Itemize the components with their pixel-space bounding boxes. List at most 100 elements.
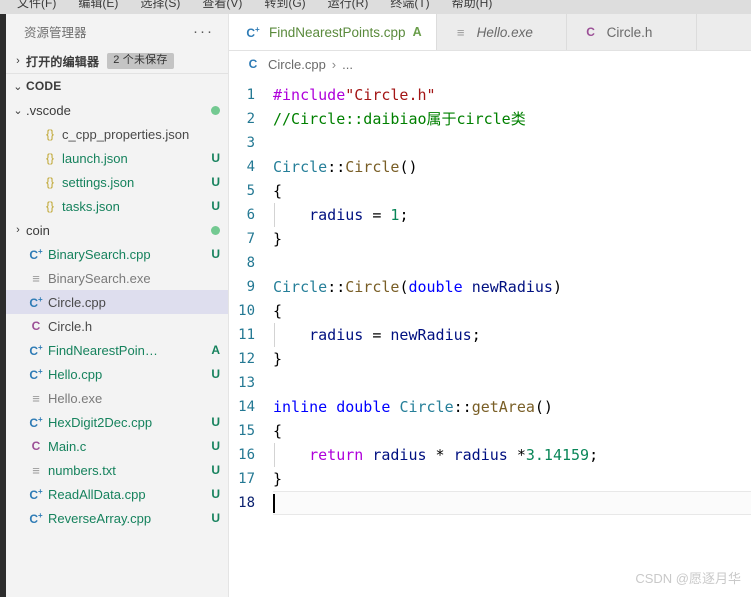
menu-item-6[interactable]: 终端(T) bbox=[379, 0, 440, 14]
code-line[interactable]: 16 return radius * radius *3.14159; bbox=[229, 443, 751, 467]
code-line[interactable]: 9 Circle::Circle(double newRadius) bbox=[229, 275, 751, 299]
code-line[interactable]: 2 //Circle::daibiao属于circle类 bbox=[229, 107, 751, 131]
editor-tab[interactable]: ≡ Hello.exe bbox=[437, 14, 567, 50]
git-status-badge: U bbox=[211, 175, 220, 189]
folder-change-dot bbox=[211, 105, 220, 115]
sidebar-section-workspace-root[interactable]: ⌄ CODE bbox=[6, 74, 228, 98]
c-file-icon: C bbox=[31, 439, 41, 453]
code-token: { bbox=[273, 182, 283, 200]
chevron-right-icon[interactable]: › bbox=[10, 224, 26, 236]
tree-row[interactable]: ·C+ HexDigit2Dec.cpp U bbox=[6, 410, 228, 434]
cpp-file-icon: C+ bbox=[246, 24, 260, 40]
code-line[interactable]: 17} bbox=[229, 467, 751, 491]
breadcrumb-file[interactable]: Circle.cpp bbox=[268, 57, 326, 72]
activity-bar[interactable] bbox=[0, 14, 6, 597]
code-line[interactable]: 3 bbox=[229, 131, 751, 155]
code-line-text: Circle::Circle(double newRadius) bbox=[273, 275, 751, 299]
line-number: 12 bbox=[238, 351, 255, 367]
chevron-right-icon: › bbox=[16, 55, 20, 67]
tree-row[interactable]: · {} launch.json U bbox=[6, 146, 228, 170]
tree-row[interactable]: · {} tasks.json U bbox=[6, 194, 228, 218]
sidebar-section-open-editors[interactable]: › 打开的编辑器 2 个未保存 bbox=[6, 49, 228, 74]
tree-row[interactable]: · ≡ BinarySearch.exe bbox=[6, 266, 228, 290]
code-line-text: { bbox=[273, 419, 751, 443]
code-line-text: } bbox=[273, 347, 751, 371]
code-token: ; bbox=[399, 206, 409, 224]
menu-item-7[interactable]: 帮助(H) bbox=[441, 0, 504, 14]
tree-row[interactable]: ·C+ ReverseArray.cpp U bbox=[6, 506, 228, 530]
menu-item-5[interactable]: 运行(R) bbox=[317, 0, 380, 14]
menu-item-1[interactable]: 编辑(E) bbox=[67, 0, 129, 14]
tree-item-label: c_cpp_properties.json bbox=[62, 126, 190, 142]
twisty-spacer: · bbox=[10, 320, 26, 332]
editor-tab-label: FindNearestPoints.cpp bbox=[269, 24, 406, 40]
watermark: CSDN @愿逐月华 bbox=[635, 571, 741, 586]
code-line[interactable]: 7} bbox=[229, 227, 751, 251]
indent-guide bbox=[274, 203, 275, 227]
code-line[interactable]: 11 radius = newRadius; bbox=[229, 323, 751, 347]
line-number: 5 bbox=[246, 183, 255, 199]
menu-item-2[interactable]: 选择(S) bbox=[129, 0, 191, 14]
tree-row[interactable]: › coin bbox=[6, 218, 228, 242]
cpp-file-icon: C+ bbox=[29, 342, 43, 358]
line-number: 14 bbox=[238, 399, 255, 415]
tree-row[interactable]: · ≡ numbers.txt U bbox=[6, 458, 228, 482]
tree-row[interactable]: ·C+ Hello.cpp U bbox=[6, 362, 228, 386]
tree-row[interactable]: · {} settings.json U bbox=[6, 170, 228, 194]
chevron-down-icon[interactable]: ⌄ bbox=[10, 104, 26, 117]
line-number: 9 bbox=[246, 279, 255, 295]
tree-row[interactable]: · C Main.c U bbox=[6, 434, 228, 458]
code-line[interactable]: 12} bbox=[229, 347, 751, 371]
twisty-spacer: · bbox=[24, 128, 40, 140]
code-line[interactable]: 4 Circle::Circle() bbox=[229, 155, 751, 179]
tree-item-label: launch.json bbox=[62, 150, 128, 166]
tree-row[interactable]: · ≡ Hello.exe bbox=[6, 386, 228, 410]
code-line[interactable]: 6 radius = 1; bbox=[229, 203, 751, 227]
code-line[interactable]: 15 { bbox=[229, 419, 751, 443]
tree-row[interactable]: ·C+ Circle.cpp bbox=[6, 290, 228, 314]
code-token: :: bbox=[453, 398, 472, 416]
cpp-file-icon: C+ bbox=[29, 414, 43, 430]
code-token: { bbox=[273, 422, 283, 440]
twisty-spacer: · bbox=[10, 344, 26, 356]
tree-item-label: settings.json bbox=[62, 174, 135, 190]
menu-item-4[interactable]: 转到(G) bbox=[253, 0, 316, 14]
code-line[interactable]: 13 bbox=[229, 371, 751, 395]
code-line[interactable]: 5{ bbox=[229, 179, 751, 203]
twisty-spacer: · bbox=[24, 152, 40, 164]
code-line[interactable]: 10 { bbox=[229, 299, 751, 323]
git-status-badge: U bbox=[211, 487, 220, 501]
code-token: 3.14159 bbox=[525, 446, 590, 464]
tree-row[interactable]: · {} c_cpp_properties.json bbox=[6, 122, 228, 146]
tree-row[interactable]: ·C+ BinarySearch.cpp U bbox=[6, 242, 228, 266]
code-token: = bbox=[363, 326, 391, 344]
code-line[interactable]: 1 #include"Circle.h" bbox=[229, 83, 751, 107]
code-token: radius bbox=[372, 446, 427, 464]
twisty-spacer: · bbox=[10, 392, 26, 404]
tree-row[interactable]: ·C+ FindNearestPoin… A bbox=[6, 338, 228, 362]
breadcrumb[interactable]: C Circle.cpp › ... bbox=[229, 51, 751, 77]
git-status-badge: U bbox=[211, 415, 220, 429]
code-line[interactable]: 8 bbox=[229, 251, 751, 275]
menu-item-0[interactable]: 文件(F) bbox=[6, 0, 67, 14]
editor-tab[interactable]: C+ FindNearestPoints.cpp A bbox=[229, 14, 437, 50]
tree-item-label: BinarySearch.exe bbox=[48, 270, 151, 286]
tree-row[interactable]: ·C+ ReadAllData.cpp U bbox=[6, 482, 228, 506]
code-line-text: inline double Circle::getArea() bbox=[273, 395, 751, 419]
more-actions-icon[interactable]: ··· bbox=[193, 24, 214, 39]
code-editor[interactable]: 1 #include"Circle.h" 2 //Circle::daibiao属于c… bbox=[229, 77, 751, 515]
editor-tab[interactable]: C Circle.h bbox=[567, 14, 697, 50]
file-tree: ⌄.vscode · {} c_cpp_properties.json · {} launc… bbox=[6, 98, 228, 530]
code-line[interactable]: 14 inline double Circle::getArea() bbox=[229, 395, 751, 419]
tree-row[interactable]: · C Circle.h bbox=[6, 314, 228, 338]
menu-item-3[interactable]: 查看(V) bbox=[191, 0, 253, 14]
tree-row[interactable]: ⌄ .vscode bbox=[6, 98, 228, 122]
breadcrumb-tail[interactable]: ... bbox=[342, 57, 353, 72]
git-status-badge: U bbox=[211, 151, 220, 165]
line-number: 13 bbox=[238, 375, 255, 391]
code-line[interactable]: 18 bbox=[229, 491, 751, 515]
code-token: double bbox=[408, 278, 463, 296]
